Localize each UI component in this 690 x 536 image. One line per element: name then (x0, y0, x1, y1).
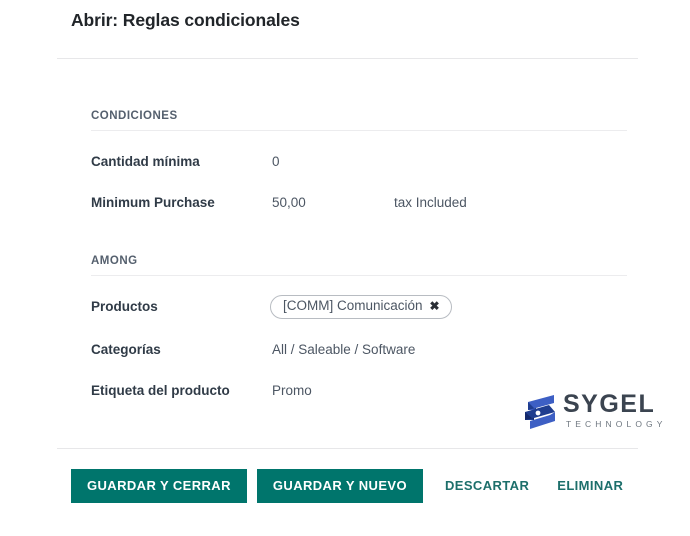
field-label: Cantidad mínima (91, 154, 200, 169)
dialog-footer: GUARDAR Y CERRAR GUARDAR Y NUEVO DESCART… (71, 469, 637, 503)
field-label: Productos (91, 299, 158, 314)
productos-tag-container: [COMM] Comunicación ✖ (270, 295, 452, 319)
sygel-logo-wordmark: SYGEL (563, 390, 656, 418)
field-value[interactable]: Promo (272, 383, 312, 398)
field-value[interactable]: All / Saleable / Software (272, 342, 415, 357)
field-label: Etiqueta del producto (91, 383, 230, 398)
section-title-conditions: CONDICIONES (91, 110, 178, 122)
section-title-among: AMONG (91, 255, 138, 267)
dialog-title: Abrir: Reglas condicionales (71, 10, 300, 30)
field-value[interactable]: 50,00 (272, 195, 306, 210)
product-tag[interactable]: [COMM] Comunicación ✖ (270, 295, 452, 319)
save-and-new-button[interactable]: GUARDAR Y NUEVO (256, 469, 423, 503)
field-label: Minimum Purchase (91, 195, 215, 210)
sygel-logo-mark-icon (522, 393, 562, 431)
product-tag-label: [COMM] Comunicación (283, 298, 423, 313)
sygel-logo: SYGEL TECHNOLOGY (522, 390, 662, 436)
field-value[interactable]: 0 (272, 154, 280, 169)
sygel-logo-tagline: TECHNOLOGY (566, 419, 667, 429)
button-gap (247, 469, 257, 503)
footer-divider (57, 448, 638, 449)
discard-button[interactable]: DESCARTAR (431, 469, 543, 503)
section-conditions: CONDICIONES (91, 110, 627, 131)
field-label: Categorías (91, 342, 161, 357)
field-tax-included-note: tax Included (394, 195, 467, 210)
close-icon[interactable]: ✖ (430, 300, 440, 312)
delete-button[interactable]: ELIMINAR (543, 469, 637, 503)
section-among: AMONG (91, 255, 627, 276)
section-divider-conditions (91, 130, 627, 131)
section-divider-among (91, 275, 627, 276)
save-and-close-button[interactable]: GUARDAR Y CERRAR (71, 469, 247, 503)
